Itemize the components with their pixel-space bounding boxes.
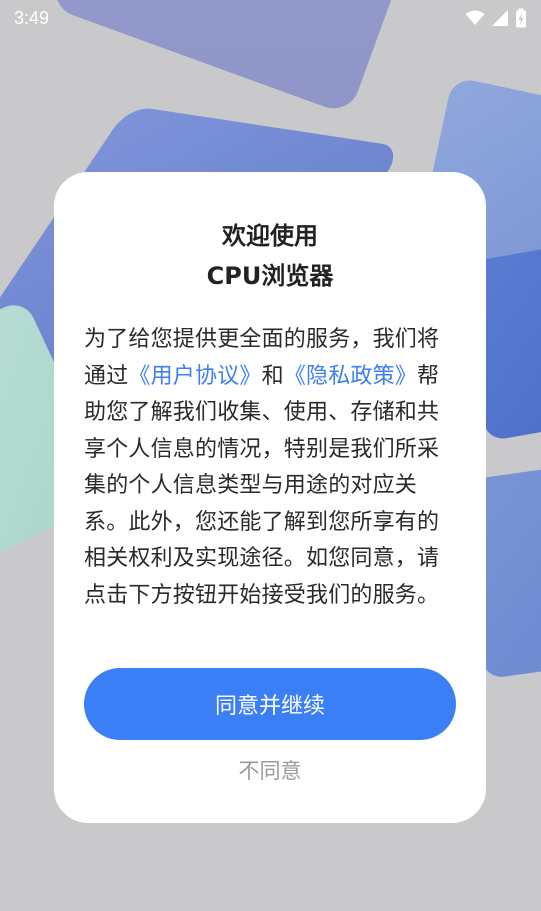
- cellular-signal-icon: [492, 10, 508, 26]
- dialog-title-line1: 欢迎使用: [222, 222, 318, 250]
- agree-continue-button[interactable]: 同意并继续: [84, 668, 456, 740]
- dialog-title: 欢迎使用 CPU浏览器: [84, 216, 456, 296]
- user-agreement-link[interactable]: 《用户协议》: [128, 364, 261, 389]
- dialog-title-line2: CPU浏览器: [206, 262, 334, 290]
- status-bar: 3:49: [0, 0, 541, 36]
- wifi-icon: [465, 10, 485, 25]
- body-text: 帮助您了解我们收集、使用、存储和共享个人信息的情况，特别是我们所采集的个人信息类…: [84, 363, 440, 608]
- disagree-button[interactable]: 不同意: [54, 750, 486, 790]
- battery-charging-icon: [516, 8, 526, 28]
- status-time: 3:49: [14, 7, 50, 28]
- status-icons: [465, 8, 527, 28]
- dialog-body: 为了给您提供更全面的服务，我们将通过《用户协议》和《隐私政策》帮助您了解我们收集…: [84, 322, 456, 614]
- privacy-consent-dialog: 欢迎使用 CPU浏览器 为了给您提供更全面的服务，我们将通过《用户协议》和《隐私…: [54, 172, 486, 823]
- body-text: 和: [261, 363, 284, 389]
- privacy-policy-link[interactable]: 《隐私政策》: [284, 364, 417, 389]
